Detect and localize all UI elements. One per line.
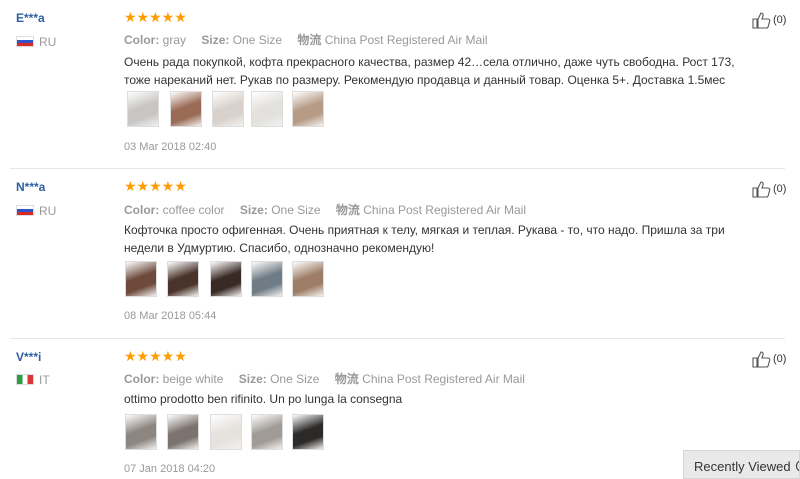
size-value: One Size: [270, 372, 320, 386]
size-label: Size:: [239, 203, 268, 217]
shipping-value: China Post Registered Air Mail: [363, 203, 527, 217]
helpful-button[interactable]: (0): [752, 350, 786, 368]
reviewer-country: RU: [16, 35, 56, 49]
rating-stars: ★★★★★: [124, 178, 187, 194]
review-attributes: Color: coffee color Size: One Size 物流 Ch…: [124, 201, 538, 218]
thumbs-up-icon: [752, 350, 772, 368]
review-photo[interactable]: [170, 91, 202, 127]
shipping-label: 物流: [334, 372, 359, 386]
thumbs-up-icon: [752, 11, 772, 29]
recently-viewed-label: Recently Viewed: [694, 459, 791, 474]
review-photo[interactable]: [292, 91, 324, 127]
helpful-button[interactable]: (0): [752, 11, 786, 29]
review-photo[interactable]: [210, 414, 242, 450]
review-text: ottimo prodotto ben rifinito. Un po lung…: [124, 392, 403, 406]
country-code: IT: [39, 373, 50, 387]
review-date: 03 Mar 2018 02:40: [124, 141, 217, 153]
reviewer-country: RU: [16, 204, 56, 218]
size-label: Size:: [238, 372, 267, 386]
review-photo[interactable]: [212, 91, 244, 127]
reviewer-name: E***a: [16, 11, 45, 25]
size-value: One Size: [232, 33, 283, 47]
like-count: (0): [773, 14, 787, 26]
italy-flag-icon: [16, 374, 34, 385]
thumbs-up-icon: [752, 180, 772, 198]
shipping-value: China Post Registered Air Mail: [362, 372, 525, 386]
color-value: coffee color: [162, 203, 225, 217]
review-attributes: Color: beige white Size: One Size 物流 Chi…: [124, 370, 537, 387]
review-photo[interactable]: [292, 261, 324, 297]
review-photo[interactable]: [251, 91, 283, 127]
reviewer-name: N***a: [16, 180, 46, 194]
divider: [10, 168, 785, 169]
review-photo[interactable]: [125, 414, 157, 450]
country-code: RU: [39, 35, 57, 49]
color-label: Color:: [124, 33, 160, 47]
size-value: One Size: [271, 203, 321, 217]
review-photo[interactable]: [292, 414, 324, 450]
russia-flag-icon: [16, 205, 34, 216]
color-value: gray: [162, 33, 187, 47]
review-photo[interactable]: [251, 261, 283, 297]
review-attributes: Color: gray Size: One Size 物流 China Post…: [124, 31, 500, 48]
country-code: RU: [39, 204, 57, 218]
shipping-value: China Post Registered Air Mail: [324, 33, 488, 47]
review-photo[interactable]: [167, 261, 199, 297]
shipping-label: 物流: [335, 203, 360, 217]
review-photo[interactable]: [127, 91, 159, 127]
reviewer-country: IT: [16, 373, 50, 387]
review-text: Очень рада покупкой, кофта прекрасного к…: [124, 55, 735, 87]
recently-viewed-button[interactable]: Recently Viewed: [683, 450, 800, 479]
review-date: 07 Jan 2018 04:20: [124, 463, 216, 475]
shipping-label: 物流: [297, 33, 322, 47]
color-value: beige white: [162, 372, 224, 386]
review-date: 08 Mar 2018 05:44: [124, 310, 217, 322]
recently-viewed-icon: [796, 460, 799, 472]
color-label: Color:: [124, 372, 160, 386]
rating-stars: ★★★★★: [124, 9, 187, 25]
size-label: Size:: [201, 33, 230, 47]
review-photo[interactable]: [251, 414, 283, 450]
review-text: Кофточка просто офигенная. Очень приятна…: [124, 223, 725, 255]
reviewer-name: V***i: [16, 350, 42, 364]
russia-flag-icon: [16, 36, 34, 47]
like-count: (0): [773, 183, 787, 195]
review-photo[interactable]: [125, 261, 157, 297]
review-photo[interactable]: [210, 261, 242, 297]
color-label: Color:: [124, 203, 160, 217]
helpful-button[interactable]: (0): [752, 180, 786, 198]
like-count: (0): [773, 353, 787, 365]
rating-stars: ★★★★★: [124, 348, 187, 364]
divider: [10, 338, 785, 339]
review-photo[interactable]: [167, 414, 199, 450]
